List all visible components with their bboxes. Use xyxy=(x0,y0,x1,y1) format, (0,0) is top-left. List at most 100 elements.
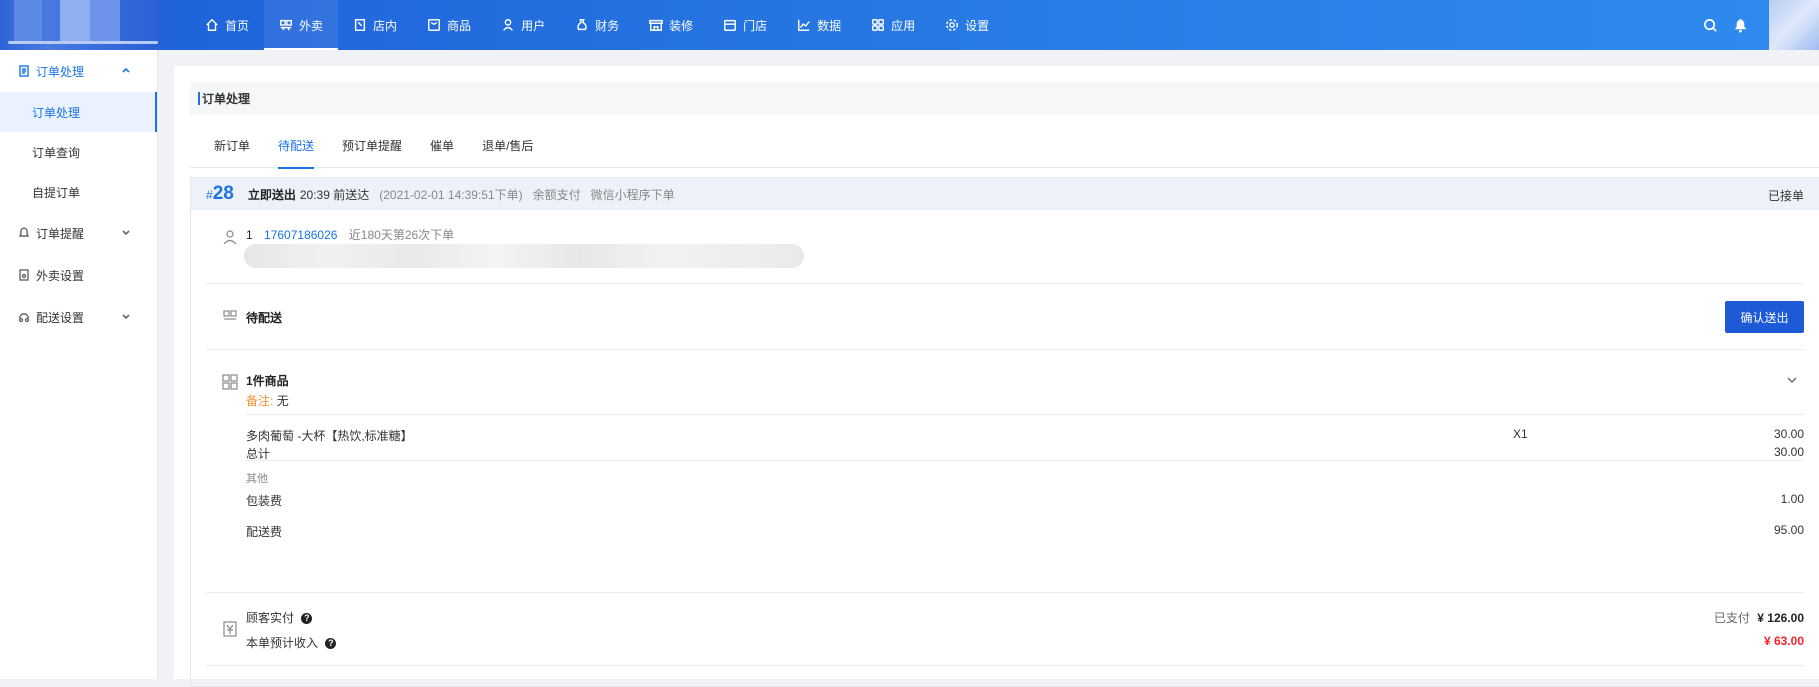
tab-new-orders[interactable]: 新订单 xyxy=(200,136,264,168)
divider xyxy=(246,414,1804,415)
order-number-value: 28 xyxy=(212,183,234,204)
tab-urge-orders[interactable]: 催单 xyxy=(416,136,468,168)
nav-item-apps[interactable]: 应用 xyxy=(856,0,930,50)
chevron-down-icon xyxy=(122,314,130,320)
delivery-fee-row: 配送费 95.00 xyxy=(246,523,1804,540)
page-title: 订单处理 xyxy=(190,82,1819,115)
nav-label: 设置 xyxy=(965,18,990,33)
delivery-fee-value: 95.00 xyxy=(1773,523,1804,537)
tab-preorder-reminder[interactable]: 预订单提醒 xyxy=(328,136,416,168)
page-title-text: 订单处理 xyxy=(202,92,251,106)
order-card-header: #28 立即送出 20:39 前送达 (2021-02-01 14:39:51下… xyxy=(191,178,1819,210)
top-right-tools xyxy=(1695,0,1819,50)
search-icon xyxy=(1703,18,1717,32)
avatar[interactable] xyxy=(1769,0,1819,50)
customer-section: 1 17607186026 近180天第26次下单 xyxy=(206,210,1804,284)
order-card: #28 立即送出 20:39 前送达 (2021-02-01 14:39:51下… xyxy=(190,177,1819,687)
nav-item-settings[interactable]: 设置 xyxy=(930,0,1004,50)
delivery-fee-label: 配送费 xyxy=(246,525,283,539)
nav-item-data[interactable]: 数据 xyxy=(782,0,856,50)
nav-item-user[interactable]: 用户 xyxy=(486,0,560,50)
nav-label: 商品 xyxy=(447,18,472,33)
nav-item-home[interactable]: 首页 xyxy=(190,0,264,50)
bell-icon xyxy=(18,227,30,237)
customer-paid-row: 顾客实付 ? 已支付 ¥ 126.00 xyxy=(246,609,1804,626)
tab-label: 待配送 xyxy=(278,139,315,153)
user-icon xyxy=(503,19,513,31)
nav-label: 首页 xyxy=(225,18,250,33)
sidebar-item-label: 订单处理 xyxy=(32,105,81,120)
expected-income-value: ¥ 63.00 xyxy=(1763,634,1804,648)
paid-info: 已支付 ¥ 126.00 xyxy=(1714,609,1804,626)
nav-item-takeout[interactable]: 外卖 xyxy=(264,0,339,50)
chevron-down-icon[interactable] xyxy=(1786,374,1798,386)
tab-pending-delivery[interactable]: 待配送 xyxy=(264,136,328,169)
order-hash: # xyxy=(206,188,213,202)
sidebar-group-label: 订单处理 xyxy=(36,64,85,79)
divider xyxy=(246,460,1804,461)
nav-label: 装修 xyxy=(669,18,694,33)
packaging-fee-row: 包装费 1.00 xyxy=(246,492,1804,509)
nav-label: 门店 xyxy=(743,18,768,33)
eta: 20:39 前送达 xyxy=(299,187,370,202)
nav-item-decoration[interactable]: 装修 xyxy=(634,0,708,50)
money-bag-icon xyxy=(577,19,587,31)
nav-item-dine-in[interactable]: 店内 xyxy=(338,0,412,50)
home-icon xyxy=(206,18,218,31)
nav-label: 用户 xyxy=(521,18,546,33)
nav-label: 店内 xyxy=(373,18,398,33)
tab-label: 催单 xyxy=(430,139,455,153)
items-count: 1件商品 xyxy=(246,374,289,388)
logo[interactable] xyxy=(0,0,162,50)
chevron-down-icon xyxy=(122,230,130,236)
help-icon[interactable]: ? xyxy=(301,613,313,625)
gear-icon xyxy=(946,19,959,31)
order-number: #28 xyxy=(206,183,234,205)
other-label: 其他 xyxy=(246,470,1804,486)
total-label: 总计 xyxy=(246,447,271,461)
sidebar-group-label: 订单提醒 xyxy=(36,226,85,241)
placed-at: (2021-02-01 14:39:51下单) xyxy=(379,187,523,202)
sidebar: 订单处理 订单处理 订单查询 自提订单 订单提醒 外卖设置 配送设置 xyxy=(0,50,158,679)
item-price: 30.00 xyxy=(1773,427,1804,441)
document-icon xyxy=(19,65,29,77)
nav-item-store[interactable]: 门店 xyxy=(708,0,782,50)
yuan-icon xyxy=(223,621,237,637)
tab-refund-aftersale[interactable]: 退单/售后 xyxy=(468,136,547,168)
chart-icon xyxy=(798,19,810,31)
nav-item-goods[interactable]: 商品 xyxy=(412,0,486,50)
help-icon[interactable]: ? xyxy=(325,638,337,650)
sidebar-group-delivery-settings[interactable]: 配送设置 xyxy=(0,296,157,338)
order-source: 微信小程序下单 xyxy=(590,187,675,202)
notification-button[interactable] xyxy=(1725,0,1755,50)
delivery-status-label: 待配送 xyxy=(246,311,283,325)
nav-label: 财务 xyxy=(595,18,620,33)
item-name: 多肉葡萄 -大杯【热饮,标准糖】 xyxy=(246,429,413,443)
items-section: 1件商品 备注: 无 多肉葡萄 -大杯【热饮,标准糖】 X1 30.00 总计 … xyxy=(206,350,1804,593)
confirm-dispatch-button[interactable]: 确认送出 xyxy=(1725,301,1804,333)
delivery-status-section: 待配送 确认送出 xyxy=(206,284,1804,350)
customer-phone[interactable]: 17607186026 xyxy=(264,228,337,242)
sidebar-item-label: 自提订单 xyxy=(32,185,81,200)
delivery-icon xyxy=(18,313,30,323)
sidebar-group-order-processing[interactable]: 订单处理 xyxy=(0,50,157,92)
grid-icon xyxy=(222,374,238,390)
nav-item-finance[interactable]: 财务 xyxy=(560,0,634,50)
sidebar-item-pickup-orders[interactable]: 自提订单 xyxy=(0,172,157,212)
top-navbar: 首页 外卖 店内 商品 用户 财务 装修 门店 数据 应用 设置 xyxy=(0,0,1819,50)
address-redacted xyxy=(244,244,804,268)
apps-grid-icon xyxy=(872,19,885,31)
sidebar-group-takeout-settings[interactable]: 外卖设置 xyxy=(0,254,157,296)
goods-icon xyxy=(428,19,440,31)
tab-label: 预订单提醒 xyxy=(342,139,403,153)
order-tabs: 新订单 待配送 预订单提醒 催单 退单/售后 xyxy=(190,136,1819,169)
sidebar-group-order-reminder[interactable]: 订单提醒 xyxy=(0,212,157,254)
tab-label: 退单/售后 xyxy=(482,139,534,153)
payment-section: 顾客实付 ? 已支付 ¥ 126.00 本单预计收入 ? ¥ 63.00 xyxy=(206,593,1804,666)
sidebar-item-order-query[interactable]: 订单查询 xyxy=(0,132,157,172)
expected-income-label: 本单预计收入 xyxy=(246,636,319,650)
search-button[interactable] xyxy=(1695,0,1725,50)
nav-label: 外卖 xyxy=(299,18,324,33)
other-label-text: 其他 xyxy=(246,473,268,485)
sidebar-item-order-processing[interactable]: 订单处理 xyxy=(0,92,157,132)
